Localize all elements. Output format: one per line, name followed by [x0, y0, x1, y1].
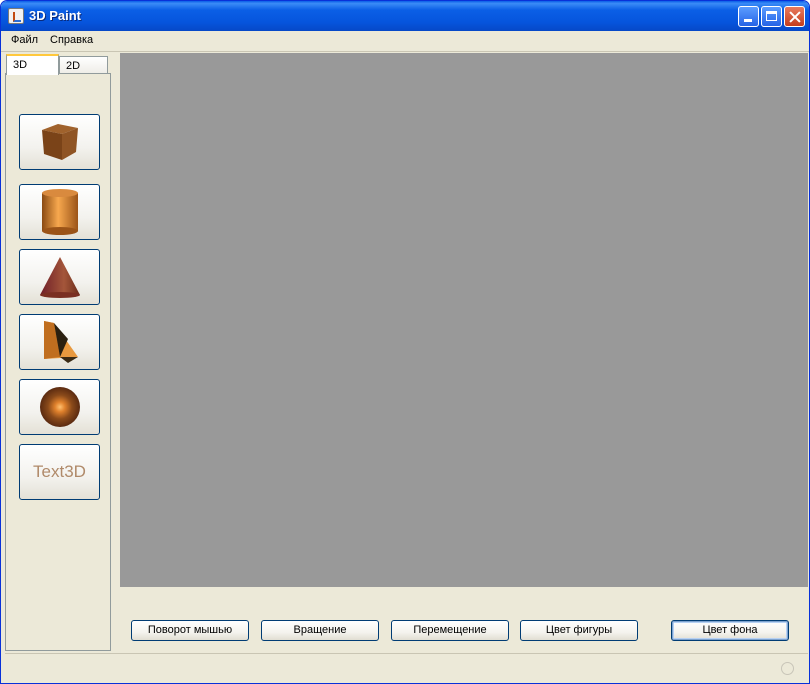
menu-help[interactable]: Справка: [50, 34, 93, 46]
shape-color-button[interactable]: Цвет фигуры: [520, 620, 638, 641]
minimize-button[interactable]: [738, 6, 759, 27]
sphere-button[interactable]: [19, 379, 100, 435]
java-app-icon: [8, 8, 24, 24]
prism-icon: [43, 321, 78, 363]
cylinder-icon: [41, 189, 78, 235]
app-window: 3D Paint Файл Справка 3D 2D Text3D Повор…: [0, 0, 810, 684]
text3d-label: Text3D: [33, 462, 86, 481]
cube-button[interactable]: [19, 114, 100, 170]
status-bar: [5, 653, 808, 681]
close-button[interactable]: [784, 6, 805, 27]
rotate-mouse-button[interactable]: Поворот мышью: [131, 620, 249, 641]
status-indicator-icon: [781, 662, 794, 675]
maximize-button[interactable]: [761, 6, 782, 27]
cylinder-button[interactable]: [19, 184, 100, 240]
title-bar[interactable]: 3D Paint: [1, 1, 809, 31]
text3d-button[interactable]: Text3D: [19, 444, 100, 500]
tab-3d[interactable]: 3D: [6, 54, 59, 75]
background-color-button[interactable]: Цвет фона: [671, 620, 789, 641]
menu-file[interactable]: Файл: [11, 34, 38, 46]
cone-icon: [39, 257, 80, 298]
window-title: 3D Paint: [29, 8, 82, 23]
sphere-icon: [39, 387, 80, 427]
menu-bar: Файл Справка: [1, 31, 809, 52]
move-button[interactable]: Перемещение: [391, 620, 509, 641]
prism-button[interactable]: [19, 314, 100, 370]
cube-icon: [41, 124, 78, 160]
cone-button[interactable]: [19, 249, 100, 305]
rotation-button[interactable]: Вращение: [261, 620, 379, 641]
drawing-canvas[interactable]: [120, 53, 808, 587]
